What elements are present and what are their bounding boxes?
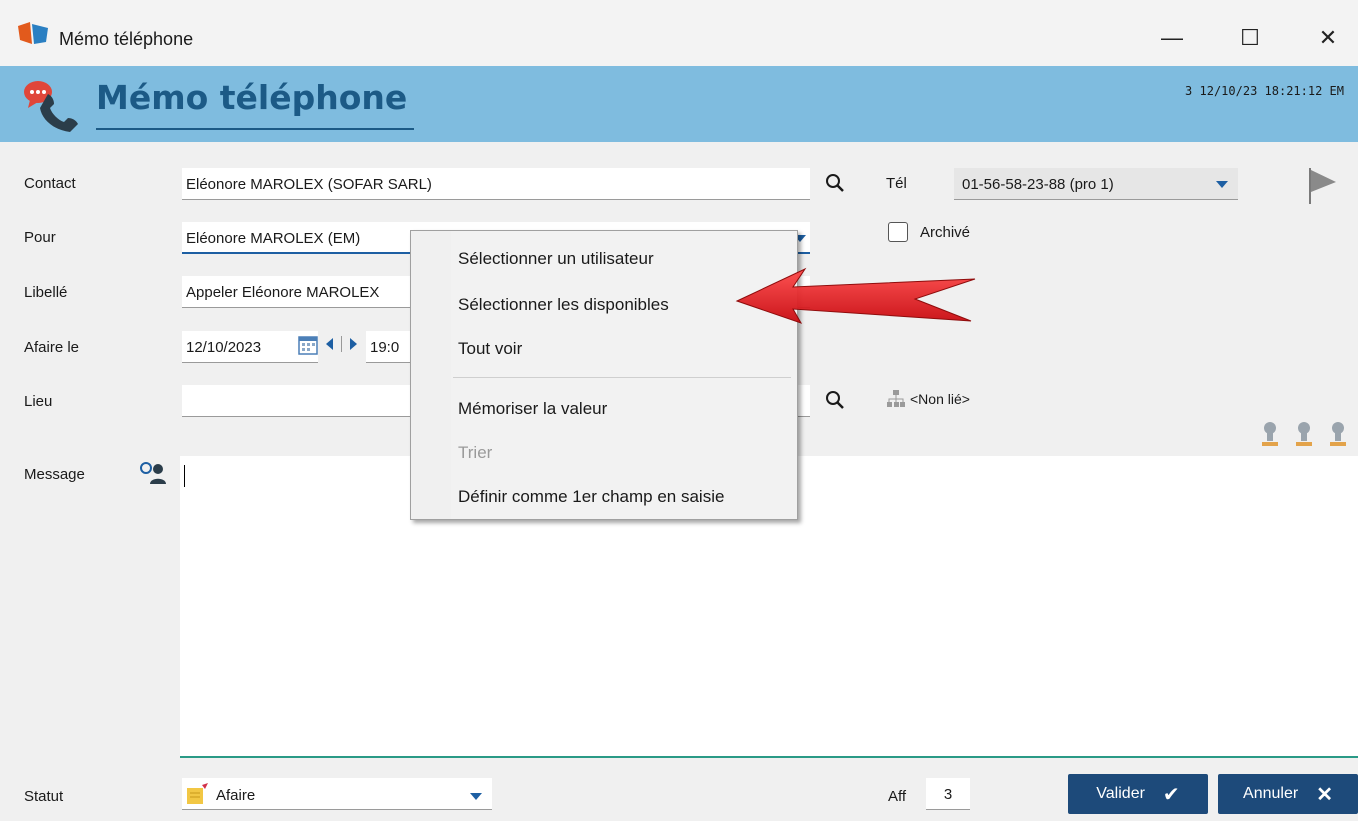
cross-icon: ✕ — [1316, 783, 1333, 806]
menu-item-sort: Trier — [458, 443, 493, 462]
archive-checkbox[interactable] — [888, 222, 908, 242]
message-label: Message — [24, 466, 85, 483]
annuler-label: Annuler — [1243, 785, 1299, 802]
pour-label: Pour — [24, 229, 56, 246]
minimize-button[interactable]: — — [1152, 20, 1192, 56]
valider-button[interactable]: Valider ✔ — [1068, 774, 1208, 814]
window-title: Mémo téléphone — [59, 29, 194, 49]
menu-item-set-first-field[interactable]: Définir comme 1er champ en saisie — [458, 487, 724, 507]
context-menu-gutter — [411, 231, 451, 519]
lieu-label: Lieu — [24, 393, 53, 410]
tel-chevron-down-icon[interactable] — [1216, 181, 1228, 188]
aff-field[interactable]: 3 — [926, 778, 970, 810]
pin-icon-2 — [1296, 422, 1312, 446]
date-stepper-arrows-icon[interactable] — [324, 336, 360, 352]
contact-field[interactable]: Eléonore MAROLEX (SOFAR SARL) — [182, 168, 810, 200]
phone-chat-icon — [24, 81, 78, 132]
checkmark-icon: ✔ — [1162, 783, 1180, 806]
maximize-button[interactable]: ☐ — [1230, 20, 1270, 56]
header-timestamp: 3 12/10/23 18:21:12 EM — [1185, 84, 1344, 98]
libelle-label: Libellé — [24, 284, 68, 301]
app-logo-icon — [18, 22, 48, 44]
flag-icon[interactable] — [1304, 164, 1340, 206]
close-button[interactable]: ✕ — [1308, 20, 1348, 56]
archive-label: Archivé — [920, 224, 971, 241]
aff-label: Aff — [888, 788, 907, 805]
pin-icon-3 — [1330, 422, 1346, 446]
menu-item-remember-value[interactable]: Mémoriser la valeur — [458, 399, 607, 419]
calendar-icon[interactable] — [298, 334, 318, 356]
tel-value: 01-56-58-23-88 (pro 1) — [962, 176, 1114, 193]
tel-label: Tél — [886, 175, 907, 192]
menu-item-show-all[interactable]: Tout voir — [458, 339, 522, 359]
title-bar: Mémo téléphone — ☐ ✕ — [0, 0, 1358, 66]
statut-select[interactable]: Afaire — [182, 778, 492, 810]
contact-search-icon[interactable] — [824, 172, 846, 194]
sticky-note-icon — [187, 783, 208, 804]
hierarchy-icon[interactable] — [886, 389, 906, 409]
lieu-search-icon[interactable] — [824, 389, 846, 411]
afaire-label: Afaire le — [24, 339, 80, 356]
menu-item-select-available[interactable]: Sélectionner les disponibles — [458, 295, 669, 315]
statut-label: Statut — [24, 788, 64, 805]
valider-label: Valider — [1096, 785, 1145, 802]
annuler-button[interactable]: Annuler ✕ — [1218, 774, 1358, 814]
lieu-link-status: <Non lié> — [910, 391, 970, 407]
tel-select[interactable]: 01-56-58-23-88 (pro 1) — [954, 168, 1238, 200]
menu-item-select-user[interactable]: Sélectionner un utilisateur — [458, 249, 654, 269]
annotation-arrow-icon — [735, 267, 976, 324]
page-title: Mémo téléphone — [96, 78, 414, 130]
statut-value: Afaire — [216, 787, 256, 804]
statut-chevron-down-icon[interactable] — [470, 793, 482, 800]
user-lookup-icon[interactable] — [138, 460, 168, 486]
contact-label: Contact — [24, 175, 76, 192]
memo-telephone-window: Mémo téléphone — ☐ ✕ Mémo téléphone 3 12… — [0, 0, 1358, 821]
text-cursor — [184, 465, 185, 487]
pin-icon-1 — [1262, 422, 1278, 446]
user-pins-icons — [1262, 422, 1346, 446]
menu-separator — [453, 377, 791, 378]
